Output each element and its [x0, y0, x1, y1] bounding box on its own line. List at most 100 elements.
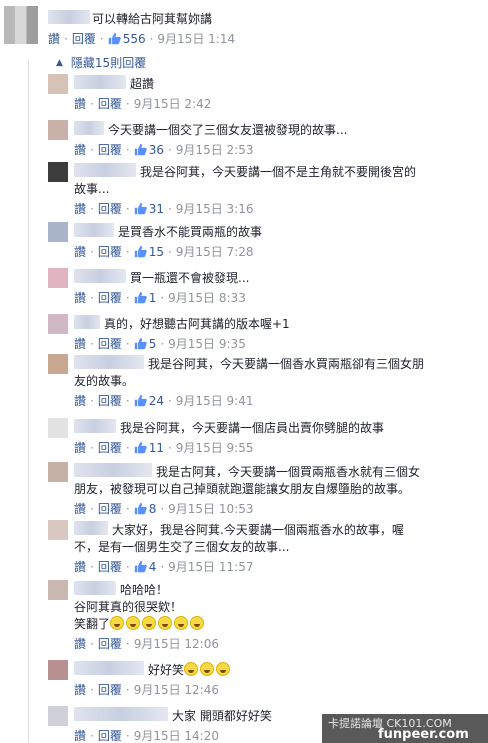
reply-link[interactable]: 回覆 — [98, 243, 122, 260]
author-name[interactable] — [74, 121, 104, 135]
like-count[interactable]: 11 — [134, 441, 164, 455]
author-name[interactable] — [74, 163, 136, 177]
avatar[interactable] — [48, 706, 68, 726]
comment-text: 今天要講一個交了三個女友還被發現的故事... — [108, 123, 348, 137]
comment-actions: 讚 · 回覆 · 24 · 9月15日 9:41 — [74, 392, 254, 409]
reply-link[interactable]: 回覆 — [98, 439, 122, 456]
timestamp[interactable]: 9月15日 8:33 — [168, 289, 246, 306]
reply-link[interactable]: 回覆 — [98, 95, 122, 112]
author-name[interactable] — [74, 463, 152, 477]
author-name[interactable] — [74, 355, 144, 369]
comment-text: 哈哈哈！ — [120, 583, 169, 597]
timestamp[interactable]: 9月15日 9:41 — [176, 392, 254, 409]
like-link[interactable]: 讚 — [74, 727, 86, 743]
timestamp[interactable]: 9月15日 14:20 — [134, 727, 219, 743]
like-link[interactable]: 讚 — [74, 200, 86, 217]
reply-link[interactable]: 回覆 — [98, 141, 122, 158]
timestamp[interactable]: 9月15日 11:57 — [168, 558, 253, 575]
thumbs-up-icon — [134, 337, 147, 350]
thumbs-up-icon — [134, 441, 147, 454]
author-name[interactable] — [74, 269, 126, 283]
hide-replies-link[interactable]: ▲ 隱藏15則回覆 — [56, 54, 146, 71]
like-link[interactable]: 讚 — [74, 289, 86, 306]
reply-link[interactable]: 回覆 — [98, 727, 122, 743]
like-link[interactable]: 讚 — [74, 141, 86, 158]
like-count[interactable]: 36 — [134, 143, 164, 157]
avatar[interactable] — [48, 268, 68, 288]
like-link[interactable]: 讚 — [74, 392, 86, 409]
like-link[interactable]: 讚 — [74, 335, 86, 352]
reply-link[interactable]: 回覆 — [98, 500, 122, 517]
like-link[interactable]: 讚 — [74, 558, 86, 575]
like-link[interactable]: 讚 — [74, 681, 86, 698]
reply-link[interactable]: 回覆 — [98, 392, 122, 409]
author-name[interactable] — [74, 661, 144, 675]
watermark-funpeer: funpeer.com — [378, 727, 469, 742]
comment-text: 笑翻了 — [74, 615, 206, 632]
like-link[interactable]: 讚 — [74, 439, 86, 456]
like-count[interactable]: 24 — [134, 394, 164, 408]
avatar[interactable] — [48, 314, 68, 334]
avatar[interactable] — [4, 6, 38, 44]
author-name[interactable] — [74, 581, 116, 595]
reply-link[interactable]: 回覆 — [98, 681, 122, 698]
avatar[interactable] — [48, 222, 68, 242]
like-count[interactable]: 8 — [134, 502, 156, 516]
timestamp[interactable]: 9月15日 9:55 — [176, 439, 254, 456]
author-name[interactable] — [74, 707, 168, 721]
author-name[interactable] — [74, 419, 116, 433]
reply-link[interactable]: 回覆 — [98, 558, 122, 575]
avatar[interactable] — [48, 580, 68, 600]
reply-link[interactable]: 回覆 — [98, 289, 122, 306]
timestamp[interactable]: 9月15日 12:06 — [134, 635, 219, 652]
like-link[interactable]: 讚 — [74, 95, 86, 112]
avatar[interactable] — [48, 354, 68, 374]
timestamp[interactable]: 9月15日 10:53 — [168, 500, 253, 517]
timestamp[interactable]: 9月15日 3:16 — [176, 200, 254, 217]
comment-text: 谷阿萁真的很哭欸！ — [74, 600, 183, 614]
like-count[interactable]: 1 — [134, 291, 156, 305]
like-link[interactable]: 讚 — [48, 30, 60, 47]
like-count[interactable]: 5 — [134, 337, 156, 351]
like-count[interactable]: 15 — [134, 245, 164, 259]
author-name[interactable] — [74, 521, 108, 535]
chevron-up-icon: ▲ — [56, 57, 63, 68]
thumbs-up-icon — [134, 291, 147, 304]
like-link[interactable]: 讚 — [74, 500, 86, 517]
like-count[interactable]: 31 — [134, 202, 164, 216]
avatar[interactable] — [48, 418, 68, 438]
author-name[interactable] — [48, 10, 90, 24]
avatar[interactable] — [48, 74, 68, 94]
author-name[interactable] — [74, 75, 126, 89]
comment-text: 好好笑 — [148, 661, 232, 678]
reply-link[interactable]: 回覆 — [98, 335, 122, 352]
like-link[interactable]: 讚 — [74, 635, 86, 652]
comment-text: 朋友，被發現可以自己掉頭就跑還能讓女朋友自爆墮胎的故事。 — [74, 482, 411, 496]
like-count[interactable]: 556 — [108, 32, 146, 46]
comment-actions: 讚 · 回覆 · 15 · 9月15日 7:28 — [74, 243, 254, 260]
timestamp[interactable]: 9月15日 2:53 — [176, 141, 254, 158]
reply-link[interactable]: 回覆 — [72, 30, 96, 47]
laughing-emoji-icon — [200, 662, 215, 676]
avatar[interactable] — [48, 520, 68, 540]
timestamp[interactable]: 9月15日 12:46 — [134, 681, 219, 698]
avatar[interactable] — [48, 162, 68, 182]
comment-text: 我是谷阿萁，今天要講一個店員出賣你劈腿的故事 — [120, 421, 385, 435]
laughing-emoji-icon — [184, 662, 199, 676]
like-count[interactable]: 4 — [134, 560, 156, 574]
timestamp[interactable]: 9月15日 1:14 — [157, 30, 235, 47]
comment-text: 是買香水不能買兩瓶的故事 — [118, 225, 263, 239]
comment-actions: 讚 · 回覆 · 9月15日 14:20 — [74, 727, 219, 743]
timestamp[interactable]: 9月15日 2:42 — [134, 95, 212, 112]
reply-link[interactable]: 回覆 — [98, 200, 122, 217]
avatar[interactable] — [48, 660, 68, 680]
author-name[interactable] — [74, 223, 114, 237]
reply-link[interactable]: 回覆 — [98, 635, 122, 652]
timestamp[interactable]: 9月15日 7:28 — [176, 243, 254, 260]
avatar[interactable] — [48, 120, 68, 140]
avatar[interactable] — [48, 462, 68, 482]
author-name[interactable] — [74, 315, 100, 329]
thumbs-up-icon — [134, 502, 147, 515]
like-link[interactable]: 讚 — [74, 243, 86, 260]
timestamp[interactable]: 9月15日 9:35 — [168, 335, 246, 352]
